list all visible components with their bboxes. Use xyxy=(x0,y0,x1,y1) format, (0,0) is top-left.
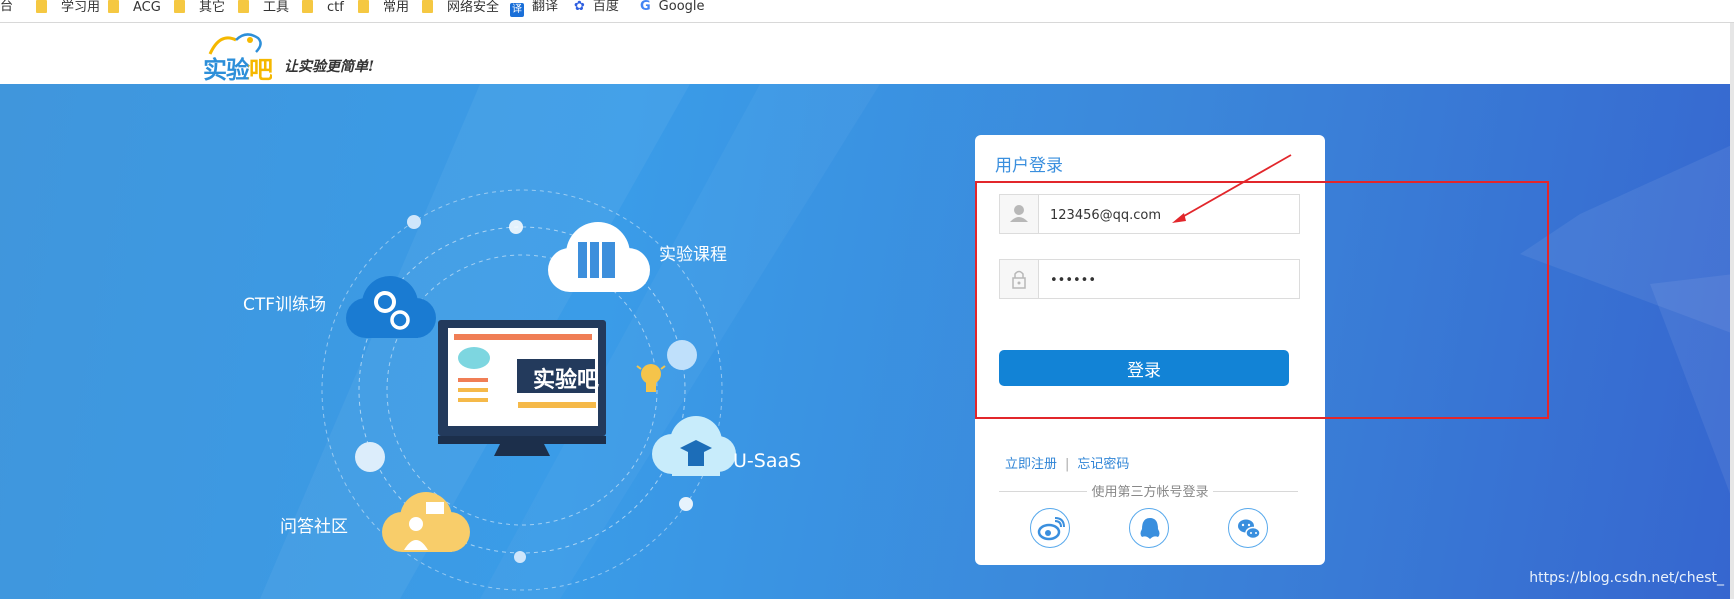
page-scrollbar[interactable] xyxy=(1730,23,1734,599)
annotation-arrow-icon xyxy=(1172,154,1292,223)
watermark: https://blog.csdn.net/chest_ xyxy=(1529,570,1724,586)
